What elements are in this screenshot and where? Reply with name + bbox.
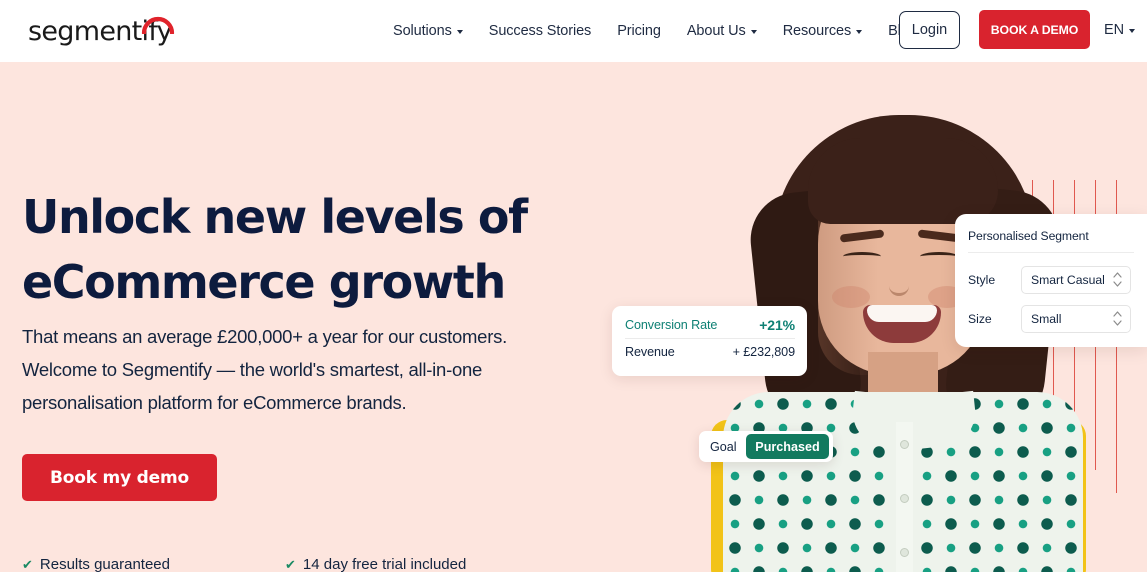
segmentify-logo[interactable]: segmentify	[28, 11, 178, 51]
nav-item-success-stories[interactable]: Success Stories	[476, 23, 604, 39]
check-icon: ✔	[22, 557, 33, 572]
card-divider	[625, 338, 795, 339]
hero-headline-line-2: eCommerce growth	[22, 255, 506, 309]
conversion-rate-row: Conversion Rate +21%	[625, 317, 795, 333]
card-divider	[968, 252, 1134, 253]
segment-field-size: Size Small	[968, 305, 1138, 333]
hero-headline-line-1: Unlock new levels of	[22, 190, 528, 244]
revenue-label: Revenue	[625, 345, 675, 359]
perk-label: Results guaranteed	[39, 556, 170, 572]
style-label: Style	[968, 273, 996, 287]
check-icon: ✔	[285, 557, 296, 572]
revenue-value: + £232,809	[732, 345, 795, 359]
conversion-rate-card: Conversion Rate +21% Revenue + £232,809	[612, 306, 807, 376]
segment-card-title: Personalised Segment	[968, 229, 1089, 243]
conversion-rate-label: Conversion Rate	[625, 318, 718, 332]
chevron-down-icon	[456, 30, 463, 34]
conversion-rate-value: +21%	[759, 317, 795, 333]
hero-subtitle: That means an average £200,000+ a year f…	[22, 326, 508, 413]
nav-label: Resources	[782, 23, 852, 39]
status-badge: Purchased	[746, 434, 829, 459]
goal-card: Goal Purchased	[699, 431, 833, 462]
nav-item-about-us[interactable]: About Us	[674, 23, 770, 39]
goal-label: Goal	[710, 439, 737, 454]
personalised-segment-card: Personalised Segment Style Smart Casual …	[955, 214, 1147, 347]
size-label: Size	[968, 312, 992, 326]
hero-perks-list: ✔ Results guaranteed ✔ 14 day free trial…	[22, 556, 466, 572]
book-a-demo-button[interactable]: BOOK A DEMO	[979, 10, 1090, 49]
style-select[interactable]: Smart Casual	[1021, 266, 1131, 294]
site-header: segmentify Solutions Success Stories Pri…	[0, 0, 1147, 62]
nav-item-pricing[interactable]: Pricing	[604, 23, 674, 39]
perk-item: ✔ 14 day free trial included	[285, 556, 466, 572]
nav-item-resources[interactable]: Resources	[770, 23, 875, 39]
hero-section: Unlock new levels of eCommerce growth Th…	[0, 62, 1147, 572]
logo-wordmark: segmentify	[28, 16, 173, 47]
nav-item-solutions[interactable]: Solutions	[380, 23, 476, 39]
nav-label: Pricing	[617, 23, 661, 39]
size-select[interactable]: Small	[1021, 305, 1131, 333]
main-navigation: Solutions Success Stories Pricing About …	[380, 0, 930, 62]
book-my-demo-button[interactable]: Book my demo	[22, 454, 217, 501]
stepper-chevrons-icon[interactable]	[1113, 311, 1122, 326]
chevron-down-icon	[1129, 29, 1136, 33]
style-value: Smart Casual	[1031, 273, 1105, 287]
stepper-chevrons-icon[interactable]	[1113, 272, 1122, 287]
nav-label: Solutions	[393, 23, 452, 39]
segment-field-style: Style Smart Casual	[968, 266, 1138, 294]
hero-headline: Unlock new levels of eCommerce growth	[22, 185, 562, 315]
language-selector[interactable]: EN	[1104, 22, 1136, 38]
login-button[interactable]: Login	[899, 11, 960, 49]
size-value: Small	[1031, 312, 1062, 326]
chevron-down-icon	[856, 30, 863, 34]
chevron-down-icon	[750, 30, 757, 34]
perk-item: ✔ Results guaranteed	[22, 556, 170, 572]
perk-label: 14 day free trial included	[302, 556, 467, 572]
nav-label: Success Stories	[488, 23, 592, 39]
revenue-row: Revenue + £232,809	[625, 345, 795, 359]
nav-label: About Us	[686, 23, 746, 39]
language-label: EN	[1104, 22, 1125, 38]
